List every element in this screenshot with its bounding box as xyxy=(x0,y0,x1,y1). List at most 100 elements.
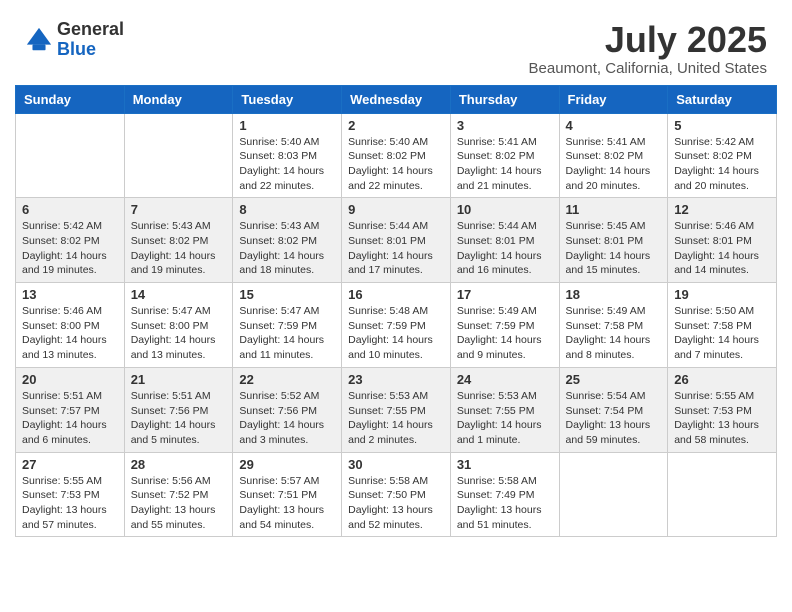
calendar-cell: 4 Sunrise: 5:41 AM Sunset: 8:02 PM Daylig… xyxy=(559,113,668,198)
day-info: Sunrise: 5:43 AM Sunset: 8:02 PM Dayligh… xyxy=(131,219,227,278)
calendar-week-row: 20 Sunrise: 5:51 AM Sunset: 7:57 PM Dayli… xyxy=(16,367,777,452)
calendar-cell: 15 Sunrise: 5:47 AM Sunset: 7:59 PM Dayli… xyxy=(233,283,342,368)
day-info: Sunrise: 5:49 AM Sunset: 7:59 PM Dayligh… xyxy=(457,304,553,363)
calendar-cell: 10 Sunrise: 5:44 AM Sunset: 8:01 PM Dayli… xyxy=(450,198,559,283)
title-block: July 2025 Beaumont, California, United S… xyxy=(529,20,767,77)
day-info: Sunrise: 5:48 AM Sunset: 7:59 PM Dayligh… xyxy=(348,304,444,363)
day-number: 6 xyxy=(22,202,118,217)
calendar-week-row: 13 Sunrise: 5:46 AM Sunset: 8:00 PM Dayli… xyxy=(16,283,777,368)
day-number: 10 xyxy=(457,202,553,217)
day-info: Sunrise: 5:44 AM Sunset: 8:01 PM Dayligh… xyxy=(348,219,444,278)
calendar-cell: 8Sunrise: 5:43 AM Sunset: 8:02 PM Daylig… xyxy=(233,198,342,283)
day-info: Sunrise: 5:53 AM Sunset: 7:55 PM Dayligh… xyxy=(457,389,553,448)
calendar-cell: 23 Sunrise: 5:53 AM Sunset: 7:55 PM Dayli… xyxy=(342,367,451,452)
day-info: Sunrise: 5:55 AM Sunset: 7:53 PM Dayligh… xyxy=(674,389,770,448)
day-info: Sunrise: 5:44 AM Sunset: 8:01 PM Dayligh… xyxy=(457,219,553,278)
day-info: Sunrise: 5:46 AM Sunset: 8:01 PM Dayligh… xyxy=(674,219,770,278)
day-info: Sunrise: 5:56 AM Sunset: 7:52 PM Dayligh… xyxy=(131,474,227,533)
calendar-cell: 17 Sunrise: 5:49 AM Sunset: 7:59 PM Dayli… xyxy=(450,283,559,368)
day-info: Sunrise: 5:51 AM Sunset: 7:57 PM Dayligh… xyxy=(22,389,118,448)
calendar-cell: 1 Sunrise: 5:40 AM Sunset: 8:03 PM Daylig… xyxy=(233,113,342,198)
day-number: 22 xyxy=(239,372,335,387)
day-number: 13 xyxy=(22,287,118,302)
calendar-cell: 3Sunrise: 5:41 AM Sunset: 8:02 PM Daylig… xyxy=(450,113,559,198)
day-number: 30 xyxy=(348,457,444,472)
calendar-cell: 9Sunrise: 5:44 AM Sunset: 8:01 PM Daylig… xyxy=(342,198,451,283)
day-number: 25 xyxy=(566,372,662,387)
calendar-cell: 21 Sunrise: 5:51 AM Sunset: 7:56 PM Dayli… xyxy=(124,367,233,452)
day-info: Sunrise: 5:41 AM Sunset: 8:02 PM Dayligh… xyxy=(566,135,662,194)
day-number: 26 xyxy=(674,372,770,387)
calendar-cell: 26 Sunrise: 5:55 AM Sunset: 7:53 PM Dayli… xyxy=(668,367,777,452)
day-info: Sunrise: 5:49 AM Sunset: 7:58 PM Dayligh… xyxy=(566,304,662,363)
calendar-cell xyxy=(668,452,777,537)
day-info: Sunrise: 5:50 AM Sunset: 7:58 PM Dayligh… xyxy=(674,304,770,363)
day-number: 31 xyxy=(457,457,553,472)
calendar-cell: 30Sunrise: 5:58 AM Sunset: 7:50 PM Dayli… xyxy=(342,452,451,537)
calendar-cell: 18 Sunrise: 5:49 AM Sunset: 7:58 PM Dayli… xyxy=(559,283,668,368)
day-info: Sunrise: 5:41 AM Sunset: 8:02 PM Dayligh… xyxy=(457,135,553,194)
calendar-cell: 29 Sunrise: 5:57 AM Sunset: 7:51 PM Dayli… xyxy=(233,452,342,537)
day-number: 18 xyxy=(566,287,662,302)
month-title: July 2025 xyxy=(529,20,767,60)
day-number: 14 xyxy=(131,287,227,302)
day-info: Sunrise: 5:57 AM Sunset: 7:51 PM Dayligh… xyxy=(239,474,335,533)
day-info: Sunrise: 5:42 AM Sunset: 8:02 PM Dayligh… xyxy=(22,219,118,278)
day-number: 2 xyxy=(348,118,444,133)
calendar-cell: 12 Sunrise: 5:46 AM Sunset: 8:01 PM Dayli… xyxy=(668,198,777,283)
calendar-cell: 19 Sunrise: 5:50 AM Sunset: 7:58 PM Dayli… xyxy=(668,283,777,368)
calendar-table: SundayMondayTuesdayWednesdayThursdayFrid… xyxy=(15,85,777,538)
calendar-cell: 31Sunrise: 5:58 AM Sunset: 7:49 PM Dayli… xyxy=(450,452,559,537)
logo-text: General Blue xyxy=(57,20,124,60)
day-of-week-header: Wednesday xyxy=(342,85,451,113)
calendar-cell: 7 Sunrise: 5:43 AM Sunset: 8:02 PM Daylig… xyxy=(124,198,233,283)
day-info: Sunrise: 5:53 AM Sunset: 7:55 PM Dayligh… xyxy=(348,389,444,448)
day-number: 28 xyxy=(131,457,227,472)
day-info: Sunrise: 5:40 AM Sunset: 8:03 PM Dayligh… xyxy=(239,135,335,194)
calendar-cell: 2 Sunrise: 5:40 AM Sunset: 8:02 PM Daylig… xyxy=(342,113,451,198)
day-number: 27 xyxy=(22,457,118,472)
day-number: 24 xyxy=(457,372,553,387)
day-info: Sunrise: 5:47 AM Sunset: 7:59 PM Dayligh… xyxy=(239,304,335,363)
day-info: Sunrise: 5:51 AM Sunset: 7:56 PM Dayligh… xyxy=(131,389,227,448)
day-number: 11 xyxy=(566,202,662,217)
day-number: 29 xyxy=(239,457,335,472)
calendar-header-row: SundayMondayTuesdayWednesdayThursdayFrid… xyxy=(16,85,777,113)
day-of-week-header: Monday xyxy=(124,85,233,113)
day-info: Sunrise: 5:45 AM Sunset: 8:01 PM Dayligh… xyxy=(566,219,662,278)
day-info: Sunrise: 5:46 AM Sunset: 8:00 PM Dayligh… xyxy=(22,304,118,363)
calendar-cell: 27 Sunrise: 5:55 AM Sunset: 7:53 PM Dayli… xyxy=(16,452,125,537)
calendar-cell xyxy=(124,113,233,198)
calendar-cell: 6 Sunrise: 5:42 AM Sunset: 8:02 PM Daylig… xyxy=(16,198,125,283)
day-number: 12 xyxy=(674,202,770,217)
day-number: 19 xyxy=(674,287,770,302)
day-info: Sunrise: 5:42 AM Sunset: 8:02 PM Dayligh… xyxy=(674,135,770,194)
logo-icon xyxy=(25,26,53,54)
day-number: 23 xyxy=(348,372,444,387)
day-of-week-header: Sunday xyxy=(16,85,125,113)
day-of-week-header: Saturday xyxy=(668,85,777,113)
logo: General Blue xyxy=(25,20,124,60)
day-info: Sunrise: 5:40 AM Sunset: 8:02 PM Dayligh… xyxy=(348,135,444,194)
day-of-week-header: Thursday xyxy=(450,85,559,113)
day-number: 20 xyxy=(22,372,118,387)
day-number: 4 xyxy=(566,118,662,133)
day-info: Sunrise: 5:43 AM Sunset: 8:02 PM Dayligh… xyxy=(239,219,335,278)
day-number: 16 xyxy=(348,287,444,302)
calendar-cell xyxy=(559,452,668,537)
calendar-cell: 28 Sunrise: 5:56 AM Sunset: 7:52 PM Dayli… xyxy=(124,452,233,537)
calendar-week-row: 6 Sunrise: 5:42 AM Sunset: 8:02 PM Daylig… xyxy=(16,198,777,283)
calendar-cell: 13 Sunrise: 5:46 AM Sunset: 8:00 PM Dayli… xyxy=(16,283,125,368)
calendar-cell: 11 Sunrise: 5:45 AM Sunset: 8:01 PM Dayli… xyxy=(559,198,668,283)
day-number: 17 xyxy=(457,287,553,302)
calendar-cell: 5Sunrise: 5:42 AM Sunset: 8:02 PM Daylig… xyxy=(668,113,777,198)
day-info: Sunrise: 5:47 AM Sunset: 8:00 PM Dayligh… xyxy=(131,304,227,363)
day-number: 21 xyxy=(131,372,227,387)
day-info: Sunrise: 5:55 AM Sunset: 7:53 PM Dayligh… xyxy=(22,474,118,533)
day-number: 1 xyxy=(239,118,335,133)
calendar-week-row: 27 Sunrise: 5:55 AM Sunset: 7:53 PM Dayli… xyxy=(16,452,777,537)
day-number: 7 xyxy=(131,202,227,217)
calendar-cell: 20 Sunrise: 5:51 AM Sunset: 7:57 PM Dayli… xyxy=(16,367,125,452)
day-number: 15 xyxy=(239,287,335,302)
calendar-cell xyxy=(16,113,125,198)
